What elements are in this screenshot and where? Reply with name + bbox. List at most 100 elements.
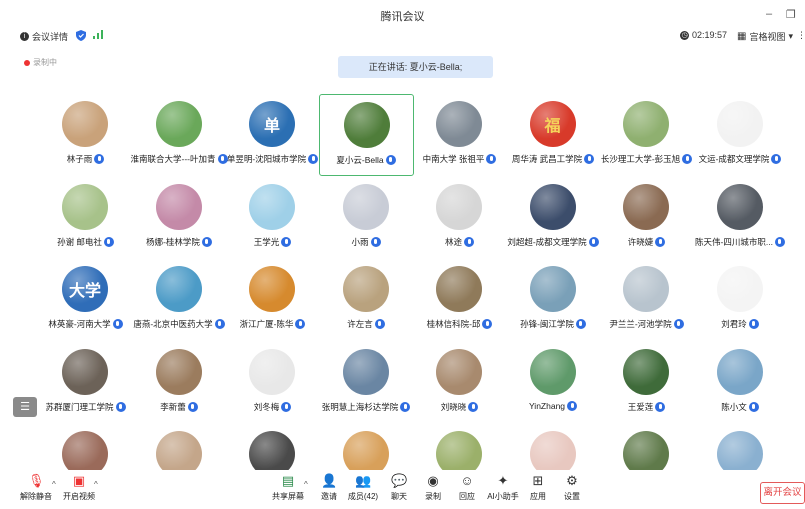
participant-name-line: 文运-成都文理学院 xyxy=(673,153,805,165)
more-icon[interactable]: ⋮ xyxy=(797,30,805,41)
participant-avatar xyxy=(436,348,482,395)
microphone-icon xyxy=(468,401,479,412)
microphone-icon xyxy=(187,401,198,412)
record-icon: ◉ xyxy=(427,473,439,488)
participant-avatar xyxy=(716,101,763,147)
participant-avatar xyxy=(529,266,576,312)
participant-name: 陈小文 xyxy=(721,401,747,412)
info-bar: i 会议详情 ◷ 02:19:57 ▦ 宫格视图 ▾ ⋮ xyxy=(0,30,805,44)
participant-avatar xyxy=(436,183,482,230)
view-mode-button[interactable]: ▦ 宫格视图 ▾ xyxy=(737,30,793,43)
audio-options-caret[interactable]: ^ xyxy=(52,480,56,489)
participant-name: 刘超超-成都文理学院 xyxy=(507,236,587,247)
clock-icon: ◷ xyxy=(680,30,689,40)
microphone-icon xyxy=(748,401,759,412)
video-options-caret[interactable]: ^ xyxy=(94,480,98,489)
apps-icon: ⊞ xyxy=(532,473,544,488)
microphone-icon xyxy=(464,236,474,247)
leave-meeting-button[interactable]: 离开会议 xyxy=(760,482,805,504)
participant-name: 刘晓晓 xyxy=(440,401,467,412)
reaction-icon: ☺ xyxy=(460,473,474,488)
minimize-button[interactable]: – xyxy=(766,8,772,20)
share-screen-icon: ▤ xyxy=(281,473,295,488)
participant-name: 夏小云-Bella xyxy=(336,155,384,165)
timer-value: 02:19:57 xyxy=(692,30,728,40)
participant-name: 刘冬梅 xyxy=(253,401,280,412)
participant-avatar xyxy=(249,183,295,230)
record-label: 录制 xyxy=(425,492,441,501)
participant-avatar xyxy=(342,266,389,312)
participant-name-line: 陈小文 xyxy=(673,401,805,413)
participant-tile[interactable]: 刘君玲 xyxy=(693,259,788,341)
participant-avatar xyxy=(716,266,763,312)
meeting-details-label: 会议详情 xyxy=(32,32,69,42)
share-screen-label: 共享屏幕 xyxy=(272,492,304,501)
participant-name: 李新蕾 xyxy=(160,401,186,412)
participant-avatar xyxy=(529,348,576,395)
participant-avatar: 单 xyxy=(249,101,295,147)
start-video-label: 开启视频 xyxy=(63,492,95,501)
recording-label: 录制中 xyxy=(33,58,57,67)
ai-assistant-label: AI小助手 xyxy=(487,492,519,501)
participant-avatar xyxy=(716,183,763,230)
unmute-label: 解除静音 xyxy=(20,492,52,501)
participant-avatar: 大学 xyxy=(62,266,108,312)
participant-avatar xyxy=(623,183,669,230)
participant-name: 刘君玲 xyxy=(721,319,747,329)
microphone-icon xyxy=(567,400,578,411)
microphone-icon xyxy=(370,236,381,247)
invite-label: 邀请 xyxy=(321,492,337,501)
chevron-down-icon: ▾ xyxy=(788,31,793,41)
microphone-icon xyxy=(774,236,785,247)
participant-name: 中南大学 张祖平 xyxy=(422,154,485,164)
participant-avatar xyxy=(62,183,108,230)
participant-name: 许晓婕 xyxy=(627,236,654,247)
participant-name: 尹兰兰-河池学院 xyxy=(609,319,672,329)
participant-name: 王学光 xyxy=(253,236,280,247)
participant-avatar xyxy=(623,348,669,395)
participant-name: 单昱明-沈阳城市学院 xyxy=(226,154,307,164)
gear-icon: ⚙ xyxy=(566,473,578,488)
security-shield-icon[interactable] xyxy=(76,30,86,41)
participant-avatar xyxy=(716,348,763,395)
participant-tile[interactable]: 刘晓晓 xyxy=(412,342,507,424)
meeting-timer: ◷ 02:19:57 xyxy=(680,30,727,40)
participant-name: 林英豪-河南大学 xyxy=(48,319,111,329)
participant-avatar xyxy=(623,101,669,147)
participant-name: 杨娜-桂林学院 xyxy=(146,236,200,247)
microphone-icon xyxy=(655,236,666,247)
participant-name: 桂林信科院-邱 xyxy=(426,319,481,329)
invite-icon: 👤 xyxy=(321,473,338,488)
list-toggle-button[interactable]: ☰ xyxy=(13,397,37,417)
participant-avatar xyxy=(62,348,108,395)
avatar-glyph: 单 xyxy=(263,118,280,135)
grid-view-icon: ▦ xyxy=(737,31,747,42)
participant-name: YinZhang xyxy=(528,400,566,411)
meeting-details-button[interactable]: i 会议详情 xyxy=(20,30,68,43)
title-bar: 腾讯会议 – ❐ xyxy=(0,0,805,30)
participant-avatar xyxy=(436,266,482,312)
signal-icon[interactable] xyxy=(93,30,103,39)
participant-name-line: 陈天伟-四川城市职... xyxy=(673,236,805,248)
chat-icon: 💬 xyxy=(391,473,408,488)
participant-avatar xyxy=(155,348,202,395)
participant-name: 文运-成都文理学院 xyxy=(698,154,770,164)
participant-name: 张明慧上海杉达学院 xyxy=(321,401,399,412)
participant-tile[interactable]: 文运-成都文理学院 xyxy=(693,94,788,176)
participant-tile[interactable]: 陈小文 xyxy=(693,342,788,424)
microphone-icon xyxy=(748,319,759,329)
participant-name: 林途 xyxy=(444,236,462,247)
participant-avatar xyxy=(62,101,108,147)
restore-button[interactable]: ❐ xyxy=(786,8,796,21)
participant-avatar xyxy=(342,348,389,395)
members-label: 成员(42) xyxy=(347,492,379,501)
microphone-icon xyxy=(655,401,666,412)
members-icon: 👥 xyxy=(355,473,372,488)
participant-name: 林子雨 xyxy=(66,154,93,164)
record-dot-icon xyxy=(24,59,30,66)
settings-button[interactable]: ⚙ 设置 xyxy=(550,474,594,502)
participant-tile[interactable]: 陈天伟-四川城市职... xyxy=(693,177,788,259)
participant-name: 孙锋-闽江学院 xyxy=(520,319,574,329)
settings-label: 设置 xyxy=(564,492,580,501)
participant-name: 许左言 xyxy=(347,319,373,329)
